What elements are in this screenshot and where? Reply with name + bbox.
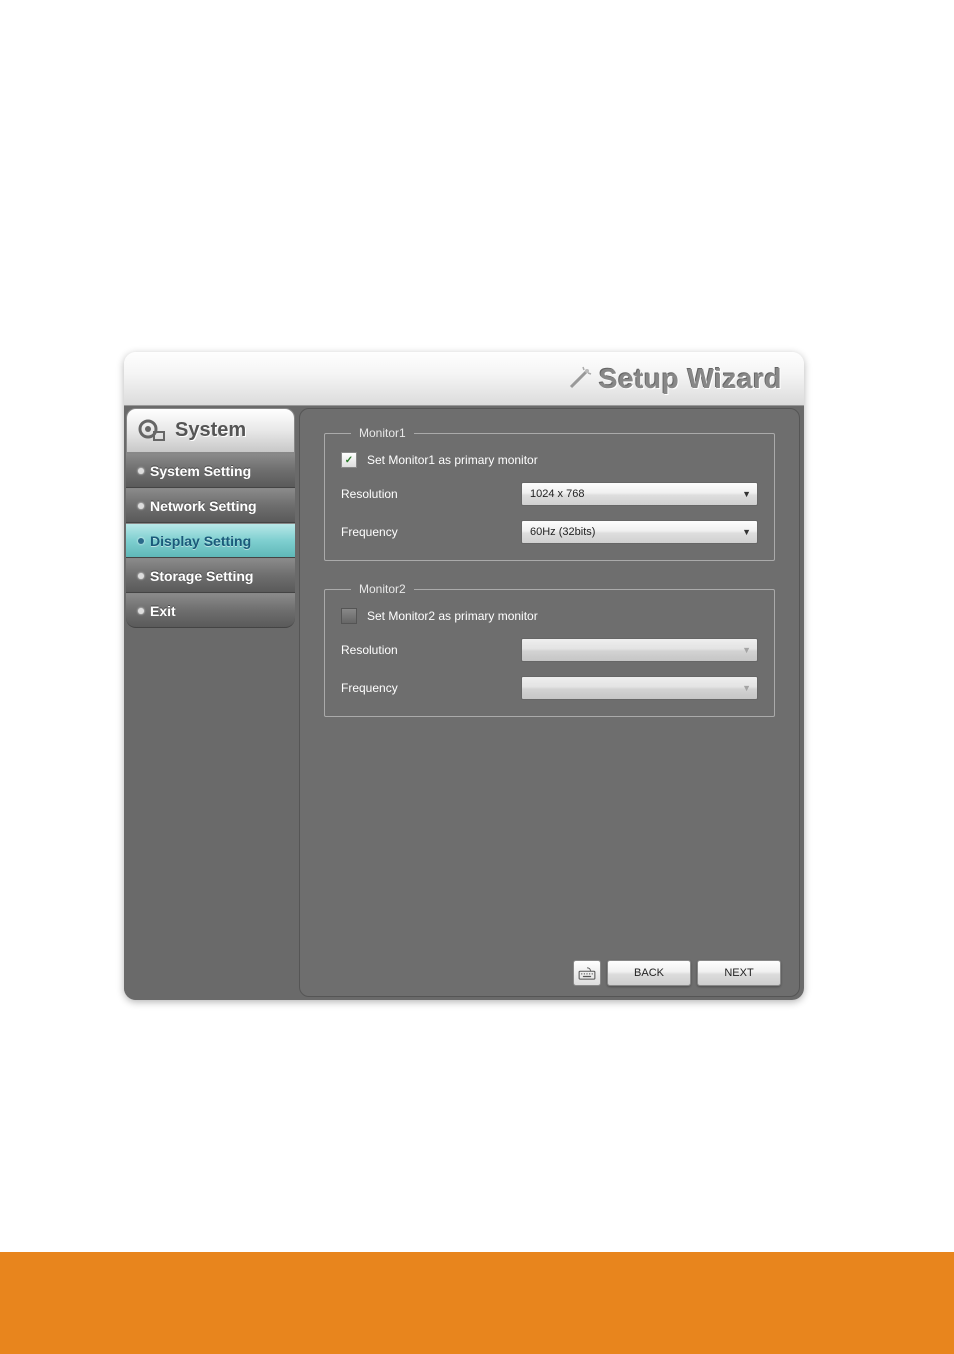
monitor2-legend: Monitor2	[351, 582, 414, 596]
monitor2-primary-checkbox[interactable]	[341, 608, 357, 624]
sidebar-item-exit[interactable]: Exit	[126, 593, 295, 628]
content-panel: Monitor1 ✓ Set Monitor1 as primary monit…	[299, 408, 800, 997]
titlebar: Setup Wizard	[124, 352, 804, 406]
monitor1-frequency-dropdown[interactable]: 60Hz (32bits) ▼	[521, 520, 758, 544]
frequency-label: Frequency	[341, 681, 521, 695]
back-button-label: BACK	[634, 967, 664, 979]
monitor2-resolution-dropdown: ▼	[521, 638, 758, 662]
monitor1-resolution-row: Resolution 1024 x 768 ▼	[341, 482, 758, 506]
monitor1-fieldset: Monitor1 ✓ Set Monitor1 as primary monit…	[324, 433, 775, 561]
sidebar-item-label: Exit	[150, 603, 176, 619]
frequency-label: Frequency	[341, 525, 521, 539]
check-icon: ✓	[345, 455, 353, 466]
chevron-down-icon: ▼	[742, 683, 751, 693]
gear-icon	[137, 418, 167, 444]
keyboard-button[interactable]	[573, 960, 601, 986]
sidebar-item-network-setting[interactable]: Network Setting	[126, 488, 295, 523]
monitor2-frequency-dropdown: ▼	[521, 676, 758, 700]
window-title: Setup Wizard	[599, 363, 782, 395]
bullet-icon	[138, 573, 144, 579]
resolution-label: Resolution	[341, 643, 521, 657]
footer-buttons: BACK NEXT	[573, 960, 781, 986]
bullet-icon	[138, 538, 144, 544]
resolution-label: Resolution	[341, 487, 521, 501]
monitor2-primary-label: Set Monitor2 as primary monitor	[367, 609, 538, 623]
sidebar-item-label: Storage Setting	[150, 568, 253, 584]
dropdown-value: 60Hz (32bits)	[530, 526, 595, 538]
page-footer-bar	[0, 1252, 954, 1354]
chevron-down-icon: ▼	[742, 645, 751, 655]
next-button-label: NEXT	[724, 967, 753, 979]
sidebar-item-storage-setting[interactable]: Storage Setting	[126, 558, 295, 593]
next-button[interactable]: NEXT	[697, 960, 781, 986]
sidebar-item-label: Network Setting	[150, 498, 257, 514]
bullet-icon	[138, 468, 144, 474]
sidebar-item-label: System Setting	[150, 463, 251, 479]
dropdown-value: 1024 x 768	[530, 488, 584, 500]
body-area: System System Setting Network Setting Di…	[124, 406, 804, 1000]
bullet-icon	[138, 503, 144, 509]
sidebar-item-display-setting[interactable]: Display Setting	[126, 523, 295, 558]
monitor2-resolution-row: Resolution ▼	[341, 638, 758, 662]
back-button[interactable]: BACK	[607, 960, 691, 986]
monitor1-primary-row: ✓ Set Monitor1 as primary monitor	[341, 452, 758, 468]
chevron-down-icon: ▼	[742, 527, 751, 537]
chevron-down-icon: ▼	[742, 489, 751, 499]
monitor2-frequency-row: Frequency ▼	[341, 676, 758, 700]
sidebar: System System Setting Network Setting Di…	[124, 406, 297, 1000]
monitor1-primary-label: Set Monitor1 as primary monitor	[367, 453, 538, 467]
monitor1-legend: Monitor1	[351, 426, 414, 440]
sidebar-header-label: System	[175, 419, 246, 442]
monitor1-frequency-row: Frequency 60Hz (32bits) ▼	[341, 520, 758, 544]
sidebar-header: System	[126, 408, 295, 453]
monitor2-primary-row: Set Monitor2 as primary monitor	[341, 608, 758, 624]
monitor1-primary-checkbox[interactable]: ✓	[341, 452, 357, 468]
bullet-icon	[138, 608, 144, 614]
keyboard-icon	[578, 966, 596, 980]
sidebar-item-system-setting[interactable]: System Setting	[126, 453, 295, 488]
setup-wizard-window: Setup Wizard System System Setting	[124, 352, 804, 1000]
monitor2-fieldset: Monitor2 Set Monitor2 as primary monitor…	[324, 589, 775, 717]
sidebar-item-label: Display Setting	[150, 533, 251, 549]
wizard-wand-icon	[565, 365, 593, 393]
monitor1-resolution-dropdown[interactable]: 1024 x 768 ▼	[521, 482, 758, 506]
